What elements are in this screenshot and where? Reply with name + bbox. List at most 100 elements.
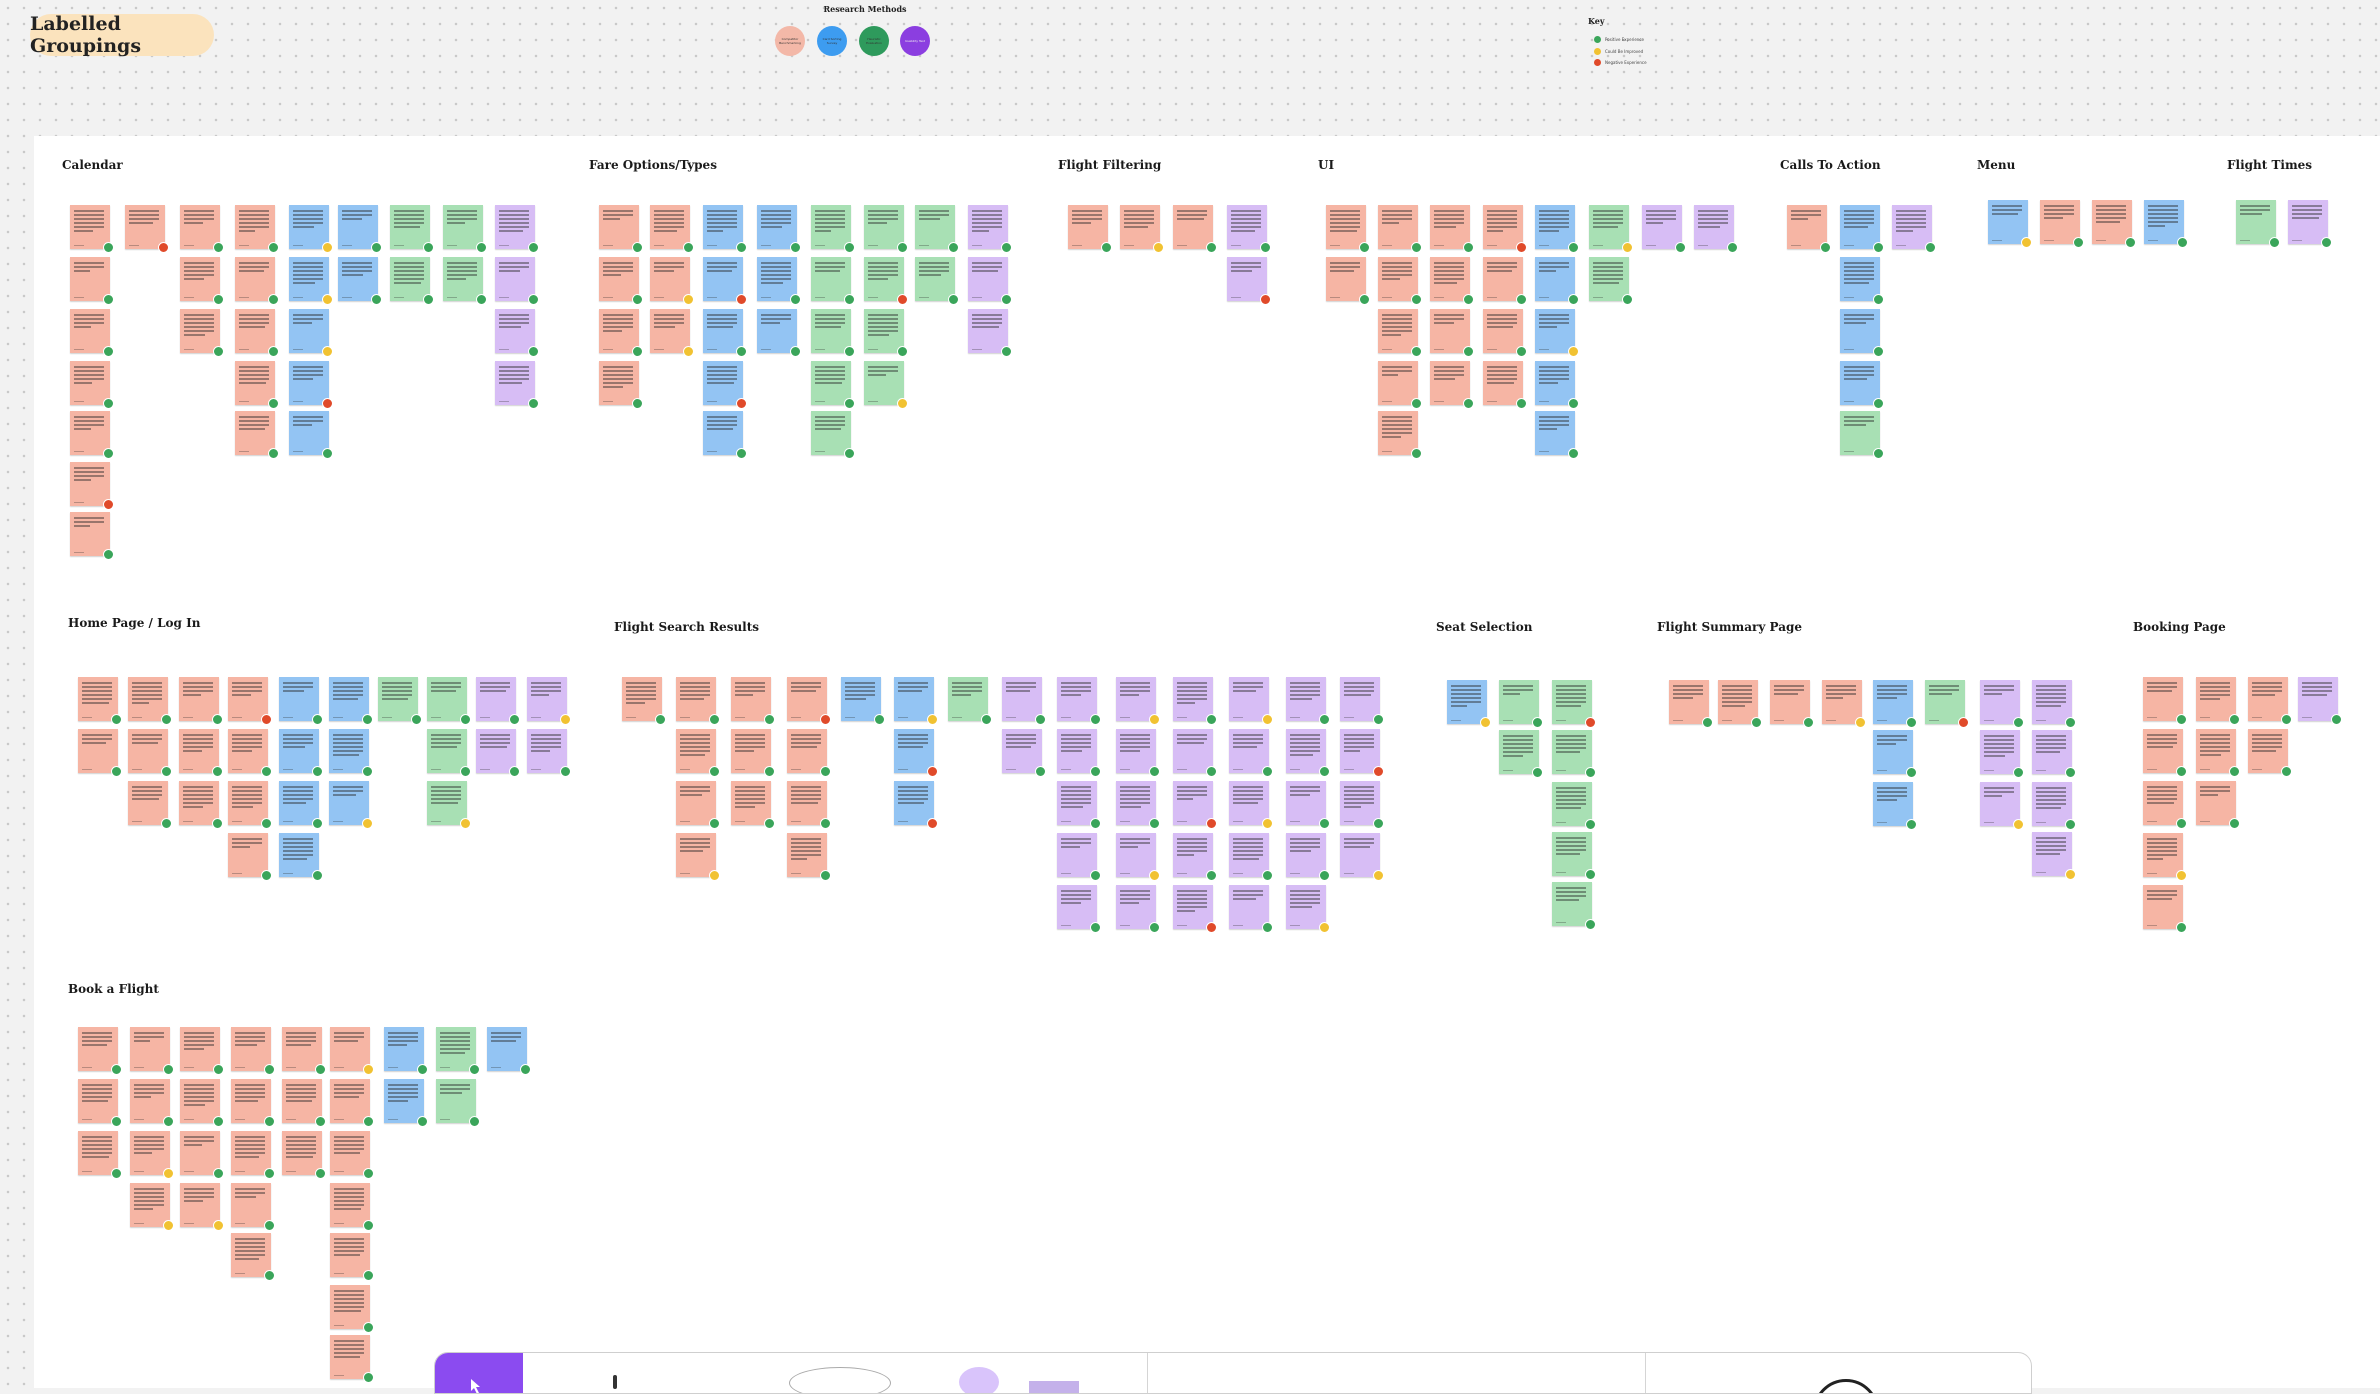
sticky-note-home-page[interactable] — [128, 781, 172, 829]
sticky-note-flight-search-results[interactable] — [1057, 885, 1101, 933]
section-title-calls-to-action[interactable]: Calls To Action — [1780, 158, 1881, 172]
sticky-note-flight-summary-page[interactable] — [1718, 680, 1762, 728]
sticky-note-flight-search-results[interactable] — [1173, 781, 1217, 829]
sticky-note-ui[interactable] — [1378, 309, 1422, 357]
sticky-note-book-a-flight[interactable] — [78, 1027, 122, 1075]
sticky-note-flight-summary-page[interactable] — [2032, 832, 2076, 880]
sticky-note-book-a-flight[interactable] — [330, 1027, 374, 1075]
sticky-note-home-page[interactable] — [279, 677, 323, 725]
sticky-note-seat-selection[interactable] — [1552, 680, 1596, 728]
section-title-book-a-flight[interactable]: Book a Flight — [68, 982, 159, 996]
sticky-note-calendar[interactable] — [125, 205, 169, 253]
sticky-note-flight-search-results[interactable] — [1057, 833, 1101, 881]
sticky-note-booking-page[interactable] — [2248, 729, 2292, 777]
sticky-note-flight-filtering[interactable] — [1227, 205, 1271, 253]
sticky-note-book-a-flight[interactable] — [78, 1131, 122, 1179]
sticky-note-calendar[interactable] — [495, 361, 539, 409]
sticky-note-calendar[interactable] — [70, 462, 114, 510]
sticky-note-flight-summary-page[interactable] — [1822, 680, 1866, 728]
sticky-note-book-a-flight[interactable] — [180, 1131, 224, 1179]
sticky-note-flight-search-results[interactable] — [676, 729, 720, 777]
section-title-flight-summary[interactable]: Flight Summary Page — [1657, 620, 1802, 634]
sticky-note-home-page[interactable] — [329, 729, 373, 777]
sticky-note-flight-search-results[interactable] — [787, 833, 831, 881]
sticky-note-flight-search-results[interactable] — [894, 781, 938, 829]
sticky-note-flight-filtering[interactable] — [1120, 205, 1164, 253]
sticky-note-fare-options[interactable] — [864, 205, 908, 253]
sticky-note-calendar[interactable] — [443, 257, 487, 305]
sticky-note-flight-summary-page[interactable] — [2032, 730, 2076, 778]
research-method-heuristic-evaluation[interactable]: Heuristic Evaluation — [859, 26, 889, 56]
sticky-note-flight-search-results[interactable] — [1340, 781, 1384, 829]
sticky-note-home-page[interactable] — [476, 729, 520, 777]
sticky-note-flight-search-results[interactable] — [894, 677, 938, 725]
sticky-note-calendar[interactable] — [338, 257, 382, 305]
sticky-note-book-a-flight[interactable] — [180, 1079, 224, 1127]
sticky-note-flight-summary-page[interactable] — [1980, 782, 2024, 830]
sticky-note-book-a-flight[interactable] — [330, 1233, 374, 1281]
sticky-note-fare-options[interactable] — [599, 205, 643, 253]
sticky-note-seat-selection[interactable] — [1552, 782, 1596, 830]
sticky-note-booking-page[interactable] — [2143, 677, 2187, 725]
sticky-note-fare-options[interactable] — [864, 257, 908, 305]
sticky-note-booking-page[interactable] — [2298, 677, 2342, 725]
sticky-note-fare-options[interactable] — [599, 361, 643, 409]
sticky-note-home-page[interactable] — [228, 833, 272, 881]
section-title-flight-search-results[interactable]: Flight Search Results — [614, 620, 759, 634]
sticky-note-calendar[interactable] — [180, 257, 224, 305]
sticky-note-ui[interactable] — [1378, 411, 1422, 459]
sticky-note-seat-selection[interactable] — [1552, 882, 1596, 930]
sticky-note-calendar[interactable] — [390, 257, 434, 305]
sticky-note-flight-filtering[interactable] — [1068, 205, 1112, 253]
sticky-note-calls-to-action[interactable] — [1787, 205, 1831, 253]
sticky-note-flight-summary-page[interactable] — [1980, 730, 2024, 778]
sticky-note-home-page[interactable] — [329, 677, 373, 725]
sticky-note-fare-options[interactable] — [703, 361, 747, 409]
sticky-note-calendar[interactable] — [338, 205, 382, 253]
sticky-note-flight-summary-page[interactable] — [2032, 782, 2076, 830]
sticky-note-flight-search-results[interactable] — [676, 781, 720, 829]
sticky-note-ui[interactable] — [1378, 257, 1422, 305]
sticky-note-book-a-flight[interactable] — [330, 1335, 374, 1383]
sticky-note-calendar[interactable] — [70, 411, 114, 459]
sticky-note-fare-options[interactable] — [757, 257, 801, 305]
sticky-note-flight-search-results[interactable] — [841, 677, 885, 725]
sticky-note-ui[interactable] — [1535, 411, 1579, 459]
sticky-note-flight-times[interactable] — [2288, 200, 2332, 248]
sticky-note-book-a-flight[interactable] — [330, 1131, 374, 1179]
sticky-note-book-a-flight[interactable] — [231, 1027, 275, 1075]
sticky-note-calendar[interactable] — [390, 205, 434, 253]
stamp-tool-icon[interactable] — [1813, 1379, 1879, 1393]
sticky-note-flight-summary-page[interactable] — [1873, 680, 1917, 728]
sticky-note-flight-search-results[interactable] — [1229, 833, 1273, 881]
sticky-note-flight-summary-page[interactable] — [1980, 680, 2024, 728]
sticky-note-flight-search-results[interactable] — [676, 833, 720, 881]
sticky-note-flight-search-results[interactable] — [787, 677, 831, 725]
sticky-note-calls-to-action[interactable] — [1892, 205, 1936, 253]
sticky-note-menu[interactable] — [2092, 200, 2136, 248]
sticky-note-book-a-flight[interactable] — [130, 1027, 174, 1075]
sticky-note-flight-search-results[interactable] — [1286, 885, 1330, 933]
sticky-note-book-a-flight[interactable] — [130, 1183, 174, 1231]
sticky-note-booking-page[interactable] — [2143, 729, 2187, 777]
sticky-note-fare-options[interactable] — [968, 257, 1012, 305]
sticky-note-home-page[interactable] — [228, 729, 272, 777]
sticky-note-home-page[interactable] — [427, 677, 471, 725]
sticky-note-booking-page[interactable] — [2196, 781, 2240, 829]
shape-tool-icon[interactable] — [789, 1367, 891, 1393]
sticky-note-flight-search-results[interactable] — [1057, 781, 1101, 829]
section-title-booking-page[interactable]: Booking Page — [2133, 620, 2226, 634]
section-title-home-page[interactable]: Home Page / Log In — [68, 616, 200, 630]
sticky-note-home-page[interactable] — [179, 729, 223, 777]
sticky-note-book-a-flight[interactable] — [330, 1079, 374, 1127]
sticky-note-calls-to-action[interactable] — [1840, 411, 1884, 459]
sticky-note-flight-search-results[interactable] — [1286, 729, 1330, 777]
research-method-usability-test[interactable]: Usability Test — [900, 26, 930, 56]
sticky-note-flight-search-results[interactable] — [1057, 677, 1101, 725]
sticky-note-calendar[interactable] — [289, 411, 333, 459]
sticky-note-ui[interactable] — [1430, 205, 1474, 253]
sticky-note-home-page[interactable] — [279, 781, 323, 829]
sticky-note-book-a-flight[interactable] — [330, 1183, 374, 1231]
sticky-note-flight-summary-page[interactable] — [1873, 782, 1917, 830]
sticky-note-home-page[interactable] — [279, 729, 323, 777]
